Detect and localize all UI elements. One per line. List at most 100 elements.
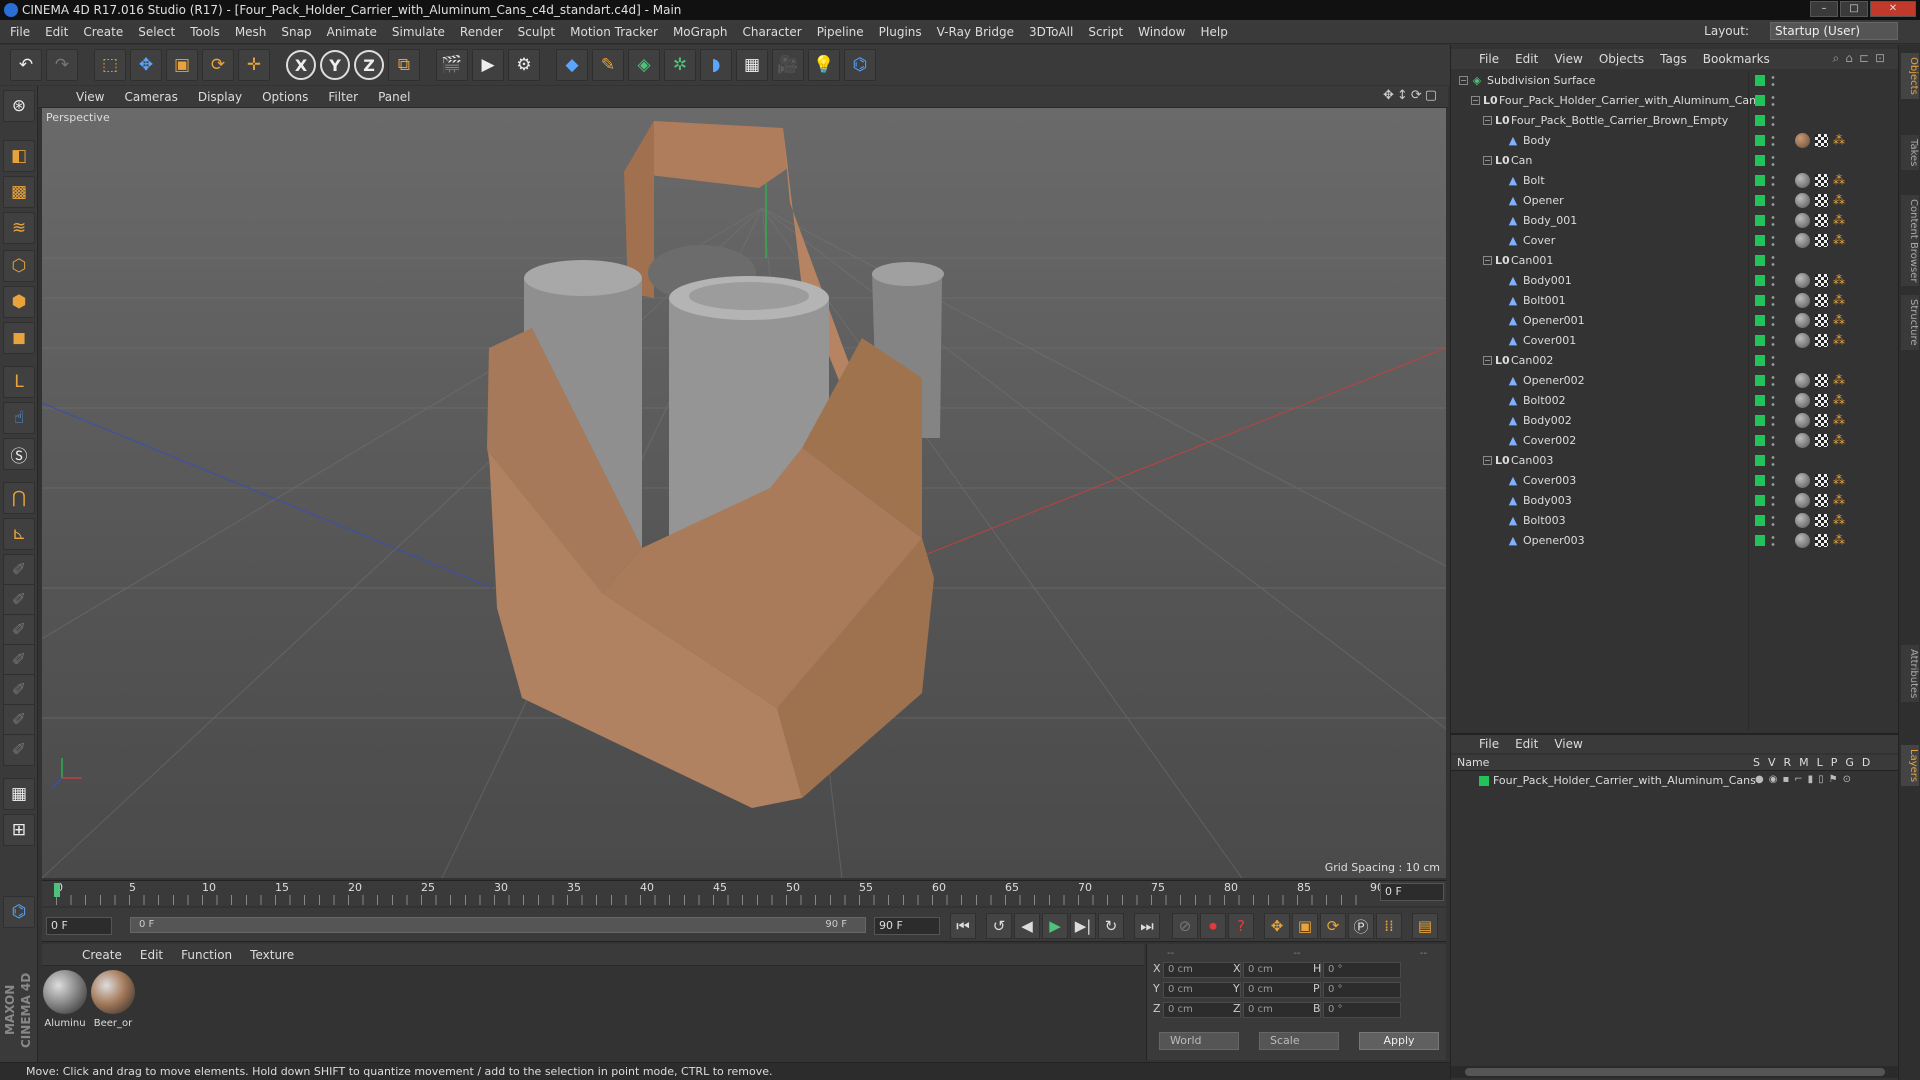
make-editable-button[interactable]: ⊛: [3, 90, 35, 122]
render-editor-dots-icon[interactable]: [1771, 254, 1775, 268]
object-tree-row[interactable]: ▲ Cover001 ⁂: [1451, 331, 1899, 351]
material-tag-icon[interactable]: [1795, 313, 1810, 328]
material-tag-icon[interactable]: [1795, 293, 1810, 308]
go-to-start-button[interactable]: ⏮: [950, 913, 976, 939]
timeline-ruler[interactable]: 051015202530354045505560657075808590 0 F: [42, 880, 1446, 906]
deformer-button[interactable]: ◗: [700, 49, 732, 81]
visibility-flag-icon[interactable]: [1755, 155, 1765, 166]
side-tab-takes[interactable]: Takes: [1901, 135, 1919, 171]
apply-button[interactable]: Apply: [1359, 1032, 1439, 1050]
material-tag-icon[interactable]: [1795, 533, 1810, 548]
render-editor-dots-icon[interactable]: [1771, 74, 1775, 88]
menu-help[interactable]: Help: [1200, 25, 1227, 39]
coordinate-system-button[interactable]: ⧉: [388, 49, 420, 81]
scale-key-button[interactable]: ▣: [1292, 913, 1318, 939]
uvw-tag-icon[interactable]: [1815, 134, 1828, 147]
uvw-tag-icon[interactable]: [1815, 294, 1828, 307]
next-key-button[interactable]: ↻: [1098, 913, 1124, 939]
render-editor-dots-icon[interactable]: [1771, 374, 1775, 388]
object-tree-row[interactable]: ▲ Opener ⁂: [1451, 191, 1899, 211]
go-to-end-button[interactable]: ⏭: [1134, 913, 1160, 939]
object-tree-row[interactable]: − ◈ Subdivision Surface: [1451, 71, 1899, 91]
floor-scene-button[interactable]: ▦: [736, 49, 768, 81]
uvw-tag-icon[interactable]: [1815, 174, 1828, 187]
maximize-button[interactable]: □: [1840, 1, 1868, 17]
menu-motion-tracker[interactable]: Motion Tracker: [570, 25, 658, 39]
position-key-button[interactable]: ✥: [1264, 913, 1290, 939]
solo-mode-button[interactable]: Ⓢ: [3, 438, 35, 470]
menu-tools[interactable]: Tools: [190, 25, 220, 39]
texture-tag-icon[interactable]: ⁂: [1833, 474, 1845, 486]
object-menu-objects[interactable]: Objects: [1599, 52, 1644, 66]
material-tag-icon[interactable]: [1795, 433, 1810, 448]
material-menu-function[interactable]: Function: [181, 948, 232, 962]
coord-value-field[interactable]: 0 °: [1323, 962, 1401, 978]
render-editor-dots-icon[interactable]: [1771, 434, 1775, 448]
point-level-animation-button[interactable]: ⁞⁞: [1376, 913, 1402, 939]
render-editor-dots-icon[interactable]: [1771, 494, 1775, 508]
coord-value-field[interactable]: 0 cm: [1163, 1002, 1241, 1018]
render-editor-dots-icon[interactable]: [1771, 474, 1775, 488]
viewport-menu-filter[interactable]: Filter: [328, 90, 358, 104]
close-button[interactable]: ✕: [1870, 1, 1916, 17]
layer-menu-edit[interactable]: Edit: [1515, 737, 1538, 751]
expand-toggle-icon[interactable]: −: [1459, 76, 1468, 85]
side-tab-structure[interactable]: Structure: [1901, 295, 1919, 350]
material-tag-icon[interactable]: [1795, 333, 1810, 348]
uvw-tag-icon[interactable]: [1815, 474, 1828, 487]
menu-mesh[interactable]: Mesh: [235, 25, 267, 39]
object-menu-file[interactable]: File: [1479, 52, 1499, 66]
material-tag-icon[interactable]: [1795, 513, 1810, 528]
object-tree-row[interactable]: ▲ Body ⁂: [1451, 131, 1899, 151]
timeline-playhead[interactable]: [54, 883, 60, 897]
object-tree-row[interactable]: − L0 Can001: [1451, 251, 1899, 271]
visibility-flag-icon[interactable]: [1755, 535, 1765, 546]
render-editor-dots-icon[interactable]: [1771, 154, 1775, 168]
expand-toggle-icon[interactable]: −: [1483, 256, 1492, 265]
menu-animate[interactable]: Animate: [327, 25, 377, 39]
x-axis-lock[interactable]: X: [286, 50, 316, 80]
subdivision-surface-button[interactable]: ◈: [628, 49, 660, 81]
viewport-menu-options[interactable]: Options: [262, 90, 308, 104]
render-editor-dots-icon[interactable]: [1771, 134, 1775, 148]
visibility-flag-icon[interactable]: [1755, 175, 1765, 186]
visibility-flag-icon[interactable]: [1755, 115, 1765, 126]
texture-tag-icon[interactable]: ⁂: [1833, 214, 1845, 226]
undo-button[interactable]: ↶: [10, 49, 42, 81]
uvw-tag-icon[interactable]: [1815, 274, 1828, 287]
render-editor-dots-icon[interactable]: [1771, 454, 1775, 468]
coord-value-field[interactable]: 0 cm: [1243, 962, 1321, 978]
layer-menu-view[interactable]: View: [1554, 737, 1582, 751]
sculpt-tool-1[interactable]: ✐: [3, 554, 35, 586]
viewport-menu-display[interactable]: Display: [198, 90, 242, 104]
material-tag-icon[interactable]: [1795, 473, 1810, 488]
menu-render[interactable]: Render: [460, 25, 503, 39]
sculpt-tool-6[interactable]: ✐: [3, 704, 35, 736]
visibility-flag-icon[interactable]: [1755, 395, 1765, 406]
sculpt-tool-7[interactable]: ✐: [3, 734, 35, 766]
visibility-flag-icon[interactable]: [1755, 355, 1765, 366]
python-script-icon[interactable]: ⌬: [3, 896, 35, 928]
timeline-window-button[interactable]: ▤: [1412, 913, 1438, 939]
menu-plugins[interactable]: Plugins: [879, 25, 922, 39]
uvw-tag-icon[interactable]: [1815, 214, 1828, 227]
coord-value-field[interactable]: 0 °: [1323, 1002, 1401, 1018]
visibility-flag-icon[interactable]: [1755, 235, 1765, 246]
uvw-tag-icon[interactable]: [1815, 194, 1828, 207]
material-tag-icon[interactable]: [1795, 133, 1810, 148]
viewport-grid-lock-button[interactable]: ▦: [3, 778, 35, 810]
visibility-flag-icon[interactable]: [1755, 215, 1765, 226]
material-tag-icon[interactable]: [1795, 493, 1810, 508]
visibility-flag-icon[interactable]: [1755, 255, 1765, 266]
frame-range-slider[interactable]: 0 F 90 F: [130, 917, 866, 933]
visibility-flag-icon[interactable]: [1755, 415, 1765, 426]
minimize-button[interactable]: –: [1810, 1, 1838, 17]
menu-edit[interactable]: Edit: [45, 25, 68, 39]
visibility-flag-icon[interactable]: [1755, 475, 1765, 486]
material-swatch[interactable]: Beer_or: [90, 968, 136, 1029]
object-tree-row[interactable]: ▲ Cover ⁂: [1451, 231, 1899, 251]
uvw-tag-icon[interactable]: [1815, 514, 1828, 527]
texture-mode-button[interactable]: ▩: [3, 176, 35, 208]
texture-tag-icon[interactable]: ⁂: [1833, 374, 1845, 386]
visibility-flag-icon[interactable]: [1755, 435, 1765, 446]
